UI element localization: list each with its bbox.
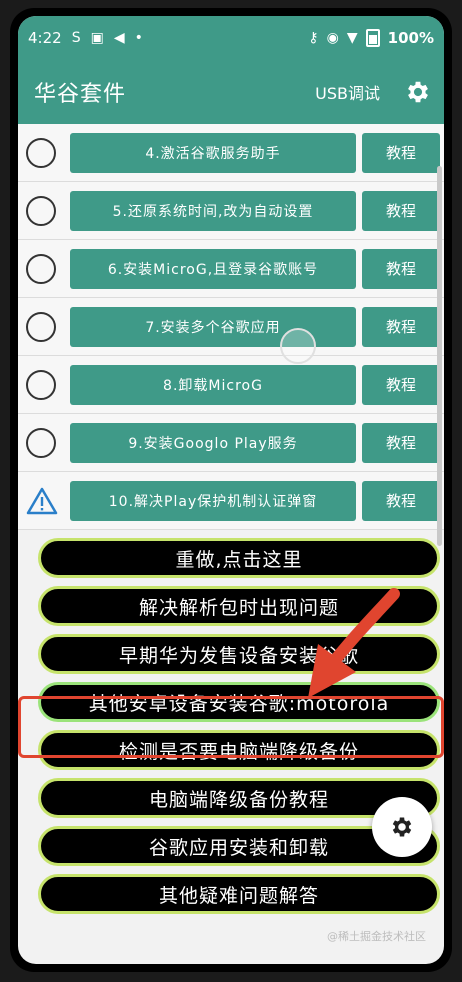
status-time: 4:22 <box>28 29 62 47</box>
step-row: 4.激活谷歌服务助手 教程 <box>18 124 444 182</box>
scrollbar[interactable] <box>437 166 442 546</box>
vpn-key-icon: ⚷ <box>308 30 319 46</box>
step-6-button[interactable]: 6.安装MicroG,且登录谷歌账号 <box>70 248 356 289</box>
step-9-button[interactable]: 9.安装Googlo Play服务 <box>70 422 356 463</box>
tutorial-button[interactable]: 教程 <box>362 248 440 289</box>
screen: 4:22 S ▣ ◀ • ⚷ ◉ ▼ 100% 华谷套件 USB调试 4.激活谷… <box>18 16 444 964</box>
action-list: 重做,点击这里 解决解析包时出现问题 早期华为发售设备安装谷歌 其他安卓设备安装… <box>18 530 444 914</box>
step-list: 4.激活谷歌服务助手 教程 5.还原系统时间,改为自动设置 教程 6.安装Mic… <box>18 124 444 530</box>
other-android-install-button[interactable]: 其他安卓设备安装谷歌:motorola <box>38 682 440 722</box>
step-10-button[interactable]: 10.解决Play保护机制认证弹窗 <box>70 480 356 521</box>
step-row: 10.解决Play保护机制认证弹窗 教程 <box>18 472 444 530</box>
tutorial-button[interactable]: 教程 <box>362 364 440 405</box>
usb-debug-button[interactable]: USB调试 <box>315 80 380 104</box>
warning-icon <box>26 487 58 514</box>
volume-icon: ◀ <box>113 30 125 46</box>
step-8-button[interactable]: 8.卸载MicroG <box>70 364 356 405</box>
battery-icon <box>365 29 380 47</box>
parse-error-fix-button[interactable]: 解决解析包时出现问题 <box>38 586 440 626</box>
step-row: 5.还原系统时间,改为自动设置 教程 <box>18 182 444 240</box>
sync-icon: S <box>71 30 81 46</box>
tutorial-button[interactable]: 教程 <box>362 422 440 463</box>
floating-settings-button[interactable] <box>372 797 432 857</box>
check-downgrade-backup-button[interactable]: 检测是否要电脑端降级备份 <box>38 730 440 770</box>
settings-gear-icon[interactable] <box>404 78 432 106</box>
dot-icon: • <box>134 30 143 46</box>
location-icon: ◉ <box>326 30 339 46</box>
loading-spinner-icon <box>280 328 316 364</box>
step-4-button[interactable]: 4.激活谷歌服务助手 <box>70 132 356 173</box>
phone-frame: 4:22 S ▣ ◀ • ⚷ ◉ ▼ 100% 华谷套件 USB调试 4.激活谷… <box>10 8 452 972</box>
tutorial-button[interactable]: 教程 <box>362 190 440 231</box>
step-row: 6.安装MicroG,且登录谷歌账号 教程 <box>18 240 444 298</box>
wifi-icon: ▼ <box>346 30 358 46</box>
other-faq-button[interactable]: 其他疑难问题解答 <box>38 874 440 914</box>
gear-icon <box>392 817 412 837</box>
step-row: 7.安装多个谷歌应用 教程 <box>18 298 444 356</box>
step-5-button[interactable]: 5.还原系统时间,改为自动设置 <box>70 190 356 231</box>
status-bar: 4:22 S ▣ ◀ • ⚷ ◉ ▼ 100% <box>18 16 444 60</box>
step-radio[interactable] <box>26 253 56 284</box>
step-radio[interactable] <box>26 369 56 400</box>
battery-level: 100% <box>387 29 434 47</box>
early-huawei-install-button[interactable]: 早期华为发售设备安装谷歌 <box>38 634 440 674</box>
step-row: 8.卸载MicroG 教程 <box>18 356 444 414</box>
tutorial-button[interactable]: 教程 <box>362 306 440 347</box>
step-radio[interactable] <box>26 311 56 342</box>
step-radio[interactable] <box>26 137 56 168</box>
notification-icon: ▣ <box>90 30 104 46</box>
app-title: 华谷套件 <box>34 82 127 107</box>
app-bar: 华谷套件 USB调试 <box>18 60 444 124</box>
redo-button[interactable]: 重做,点击这里 <box>38 538 440 578</box>
tutorial-button[interactable]: 教程 <box>362 132 440 173</box>
step-row: 9.安装Googlo Play服务 教程 <box>18 414 444 472</box>
watermark: @稀土掘金技术社区 <box>327 930 426 943</box>
step-radio[interactable] <box>26 195 56 226</box>
tutorial-button[interactable]: 教程 <box>362 480 440 521</box>
step-radio[interactable] <box>26 427 56 458</box>
